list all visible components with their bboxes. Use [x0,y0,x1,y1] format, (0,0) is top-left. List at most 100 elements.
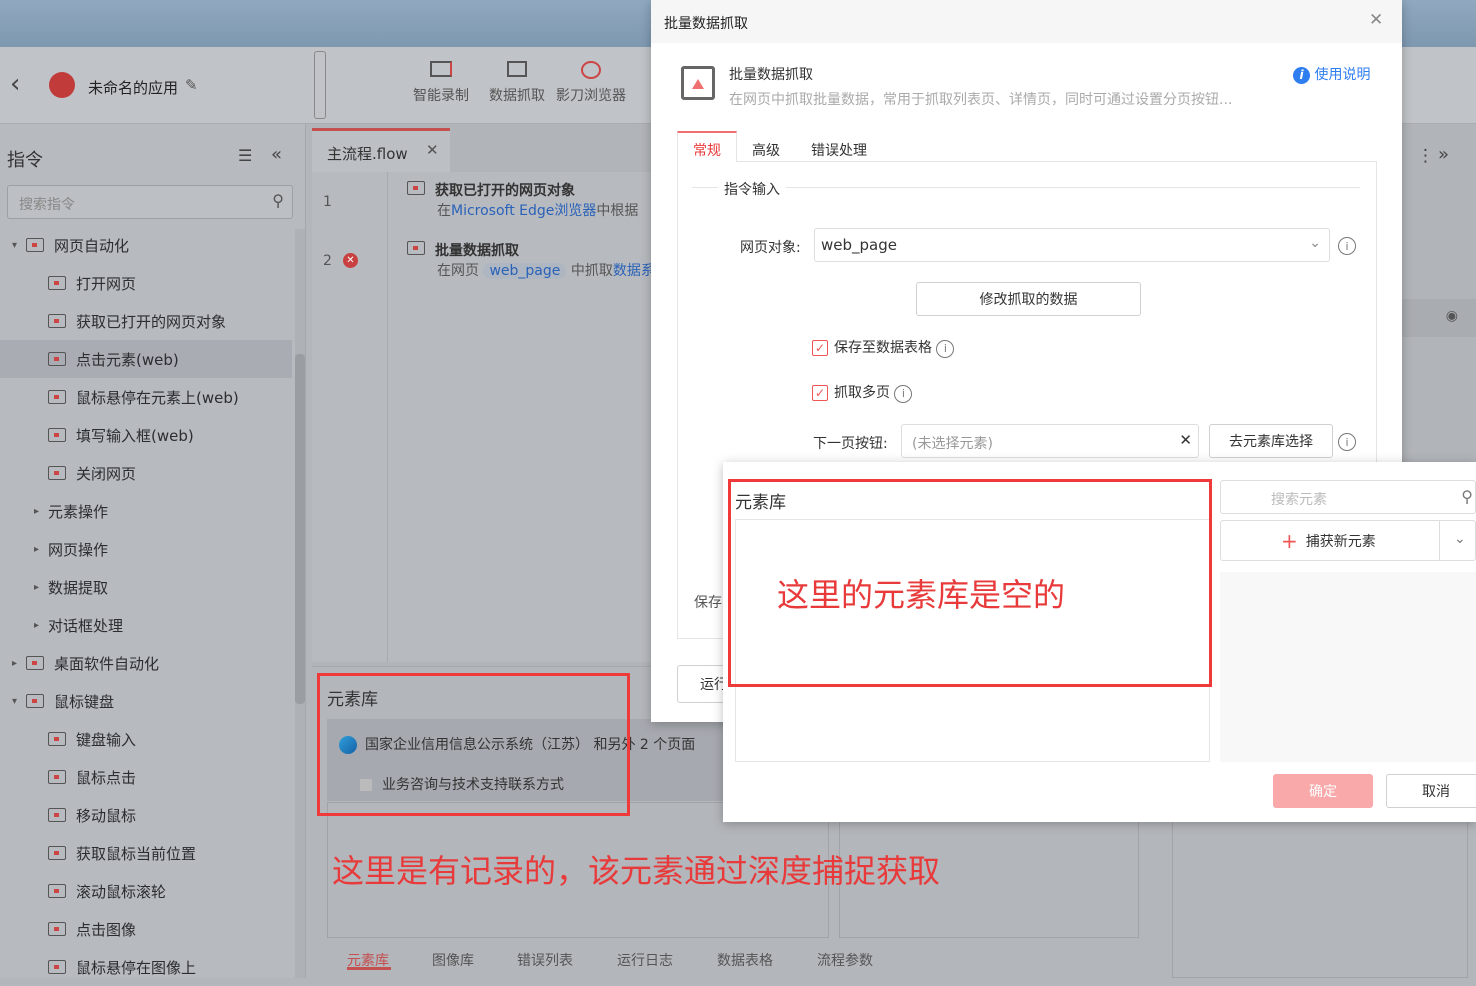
command-icon [48,770,66,784]
search-icon[interactable]: ⚲ [272,191,284,210]
step-link[interactable]: Microsoft Edge浏览器 [451,203,596,219]
sort-icon[interactable]: ☰ [238,146,252,165]
tab-label: 主流程.flow [327,145,408,163]
variable-chip[interactable]: web_page [483,263,567,279]
sidebar-item[interactable]: 鼠标悬停在元素上(web) [0,378,292,416]
sidebar-item[interactable]: ▸ 对话框处理 [0,606,292,644]
sidebar-item[interactable]: ▾ 网页自动化 [0,226,292,264]
sidebar-item-label: 获取已打开的网页对象 [76,312,227,331]
sidebar-item[interactable]: ▸ 网页操作 [0,530,292,568]
select-from-library-button[interactable]: 去元素库选择 [1209,424,1333,458]
sidebar-item-label: 网页操作 [48,540,109,559]
tab-error-handling[interactable]: 错误处理 [811,140,867,160]
selected-row[interactable]: ◉ [1402,299,1476,337]
sidebar-item[interactable]: ▸ 数据提取 [0,568,292,606]
sidebar-item[interactable]: 鼠标点击 [0,758,292,796]
line-number: 1 [323,194,332,210]
sidebar-item[interactable]: 关闭网页 [0,454,292,492]
caret-icon[interactable]: ▸ [34,506,48,517]
step-link[interactable]: 数据系 [613,263,655,279]
command-icon [48,428,66,442]
multi-page-checkbox[interactable]: ✓ 抓取多页 i [812,382,913,403]
placeholder: (未选择元素) [912,436,993,452]
help-link[interactable]: i 使用说明 [1293,64,1370,84]
flow-step[interactable]: 批量数据抓取 在网页 web_page 中抓取数据系 [407,240,655,280]
sidebar-item[interactable]: 获取已打开的网页对象 [0,302,292,340]
info-icon[interactable]: i [1338,433,1356,451]
sidebar-item[interactable]: ▾ 鼠标键盘 [0,682,292,720]
sidebar-item[interactable]: 获取鼠标当前位置 [0,834,292,872]
tab-general[interactable]: 常规 [677,131,737,162]
command-icon [48,960,66,974]
caret-icon[interactable]: ▸ [34,620,48,631]
capture-label: 捕获新元素 [1305,533,1376,550]
expand-icon[interactable]: » [1438,144,1449,165]
sidebar-item[interactable]: 打开网页 [0,264,292,302]
scrollbar[interactable] [295,229,305,978]
line-number: 2 [323,253,332,269]
search-icon[interactable]: ⚲ [1461,487,1473,506]
close-icon[interactable]: ✕ [426,141,439,159]
command-desc: 在网页中抓取批量数据，常用于抓取列表页、详情页，同时可通过设置分页按钮... [729,92,1233,108]
sidebar-item[interactable]: ▸ 桌面软件自动化 [0,644,292,682]
sidebar-item[interactable]: ▸ 元素操作 [0,492,292,530]
select-value: web_page [821,236,897,254]
more-icon[interactable]: ⋮ [1417,146,1434,166]
tab-advanced[interactable]: 高级 [752,140,780,160]
smart-record-button[interactable]: 智能录制 [406,61,476,105]
sidebar-item[interactable]: 滚动鼠标滚轮 [0,872,292,910]
tab-main-flow[interactable]: 主流程.flow ✕ [312,128,450,172]
search-element-input[interactable]: 搜索元素 ⚲ [1220,480,1476,514]
sidebar-item[interactable]: 移动鼠标 [0,796,292,834]
info-icon[interactable]: i [894,384,913,403]
plus-icon: + [1281,528,1298,553]
info-icon[interactable]: i [936,339,955,358]
edit-name-icon[interactable]: ✎ [185,76,198,94]
sidebar-item[interactable]: 点击图像 [0,910,292,948]
sidebar-item-label: 鼠标点击 [76,768,137,787]
bottom-tab[interactable]: 图像库 [432,950,474,970]
sidebar-item[interactable]: 填写输入框(web) [0,416,292,454]
collapse-handle[interactable] [314,51,326,119]
bottom-tab[interactable]: 数据表格 [717,950,773,970]
modify-data-button[interactable]: 修改抓取的数据 [916,282,1141,316]
save-table-checkbox[interactable]: ✓ 保存至数据表格 i [812,337,955,358]
bottom-tab[interactable]: 错误列表 [517,950,573,970]
sidebar-item[interactable]: 键盘输入 [0,720,292,758]
next-button-input[interactable]: (未选择元素) ✕ [901,424,1199,458]
confirm-button[interactable]: 确定 [1273,774,1373,808]
bottom-tab[interactable]: 流程参数 [817,950,873,970]
data-scrape-button[interactable]: 数据抓取 [482,61,552,105]
web-object-select[interactable]: web_page ⌄ [814,228,1330,262]
step-title: 批量数据抓取 [435,243,519,259]
capture-element-button[interactable]: + 捕获新元素 ⌄ [1220,520,1476,561]
collapse-icon[interactable]: « [271,144,282,165]
chevron-down-icon[interactable]: ⌄ [1439,521,1466,560]
back-button[interactable]: ‹ [10,69,20,99]
close-icon[interactable]: ✕ [1369,10,1383,30]
checkbox-checked[interactable]: ✓ [812,340,828,356]
info-icon[interactable]: i [1338,237,1356,255]
checkbox-checked[interactable]: ✓ [812,385,828,401]
error-icon[interactable]: ✕ [343,253,358,268]
chevron-down-icon: ⌄ [1309,235,1321,251]
command-icon [48,732,66,746]
caret-icon[interactable]: ▾ [12,696,26,707]
search-command-input[interactable]: 搜索指令 ⚲ [7,185,293,219]
caret-icon[interactable]: ▸ [34,544,48,555]
command-icon [48,466,66,480]
caret-icon[interactable]: ▸ [12,658,26,669]
command-icon [48,390,66,404]
caret-icon[interactable]: ▾ [12,240,26,251]
sidebar-item[interactable]: 点击元素(web) [0,340,292,378]
eye-icon[interactable]: ◉ [1446,308,1458,324]
browser-button[interactable]: 影刀浏览器 [550,61,632,105]
bottom-tab[interactable]: 运行日志 [617,950,673,970]
caret-icon[interactable]: ▸ [34,582,48,593]
batch-scrape-icon [407,241,425,255]
flow-step[interactable]: 获取已打开的网页对象 在Microsoft Edge浏览器中根据 [407,180,638,220]
cancel-button[interactable]: 取消 [1386,774,1476,808]
sidebar-item-label: 关闭网页 [76,464,137,483]
clear-icon[interactable]: ✕ [1179,431,1192,449]
sidebar-item[interactable]: 鼠标悬停在图像上 [0,948,292,986]
